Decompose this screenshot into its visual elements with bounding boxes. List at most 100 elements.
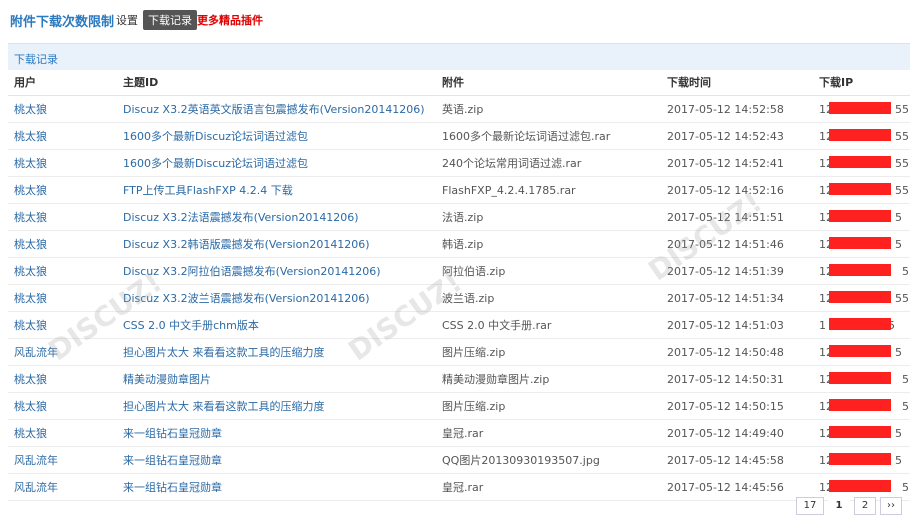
page-2-link[interactable]: 2 — [854, 497, 876, 515]
user-link[interactable]: 桃太狼 — [14, 292, 47, 305]
user-link[interactable]: 风乱流年 — [14, 346, 58, 359]
redaction-mark — [829, 128, 891, 141]
cell-download-time: 2017-05-12 14:52:16 — [661, 176, 813, 204]
user-link[interactable]: 风乱流年 — [14, 481, 58, 494]
user-link[interactable]: 桃太狼 — [14, 238, 47, 251]
cell-download-time: 2017-05-12 14:51:03 — [661, 311, 813, 339]
cell-attachment: 阿拉伯语.zip — [436, 257, 661, 285]
cell-subject: Discuz X3.2波兰语震撼发布(Version20141206) — [117, 284, 436, 312]
ip-suffix: 5 — [902, 480, 909, 494]
cell-attachment: FlashFXP_4.2.4.1785.rar — [436, 176, 661, 204]
subject-link[interactable]: 担心图片太大 来看看这款工具的压缩力度 — [123, 400, 325, 413]
table-row: 桃太狼 来一组钻石皇冠勋章 皇冠.rar 2017-05-12 14:49:40 12 5 — [8, 419, 910, 447]
cell-subject: 1600多个最新Discuz论坛词语过滤包 — [117, 122, 436, 150]
cell-subject: FTP上传工具FlashFXP 4.2.4 下载 — [117, 176, 436, 204]
column-subject: 主题ID — [117, 69, 436, 96]
nav-download-records[interactable]: 下载记录 — [143, 10, 197, 30]
ip-value: 15 — [819, 317, 895, 332]
ip-suffix: 5 — [895, 426, 902, 440]
cell-subject: 担心图片太大 来看看这款工具的压缩力度 — [117, 392, 436, 420]
subject-link[interactable]: 精美动漫勋章图片 — [123, 373, 211, 386]
cell-subject: 来一组钻石皇冠勋章 — [117, 473, 436, 501]
user-link[interactable]: 桃太狼 — [14, 130, 47, 143]
table-body: 桃太狼 Discuz X3.2英语英文版语言包震撼发布(Version201412… — [8, 95, 910, 501]
section-title: 下载记录 — [14, 53, 58, 66]
cell-attachment: 1600多个最新论坛词语过滤包.rar — [436, 122, 661, 150]
redaction-mark — [829, 479, 891, 492]
cell-user: 风乱流年 — [8, 473, 117, 501]
cell-download-ip: 12 55 — [813, 284, 910, 312]
cell-subject: Discuz X3.2韩语版震撼发布(Version20141206) — [117, 230, 436, 258]
subject-link[interactable]: Discuz X3.2法语震撼发布(Version20141206) — [123, 211, 359, 224]
column-time: 下载时间 — [661, 69, 813, 96]
section-header: 下载记录 — [8, 43, 910, 70]
cell-download-ip: 1275 — [813, 365, 910, 393]
nav-settings[interactable]: 设置 — [116, 12, 138, 28]
cell-user: 桃太狼 — [8, 122, 117, 150]
page-current: 1 — [828, 497, 850, 515]
user-link[interactable]: 风乱流年 — [14, 454, 58, 467]
cell-download-ip: 15 — [813, 311, 910, 339]
ip-value: 12 5 — [819, 425, 902, 440]
user-link[interactable]: 桃太狼 — [14, 184, 47, 197]
ip-suffix: 55 — [895, 156, 909, 170]
user-link[interactable]: 桃太狼 — [14, 319, 47, 332]
cell-subject: Discuz X3.2英语英文版语言包震撼发布(Version20141206) — [117, 95, 436, 123]
ip-suffix: 5 — [895, 453, 902, 467]
redaction-mark — [829, 263, 891, 276]
subject-link[interactable]: 担心图片太大 来看看这款工具的压缩力度 — [123, 346, 325, 359]
subject-link[interactable]: FTP上传工具FlashFXP 4.2.4 下载 — [123, 184, 293, 197]
subject-link[interactable]: 1600多个最新Discuz论坛词语过滤包 — [123, 157, 308, 170]
subject-link[interactable]: Discuz X3.2韩语版震撼发布(Version20141206) — [123, 238, 370, 251]
cell-subject: Discuz X3.2阿拉伯语震撼发布(Version20141206) — [117, 257, 436, 285]
cell-attachment: 波兰语.zip — [436, 284, 661, 312]
cell-download-time: 2017-05-12 14:51:51 — [661, 203, 813, 231]
ip-value: 12 5 — [819, 452, 902, 467]
ip-value: 12 55 — [819, 155, 909, 170]
subject-link[interactable]: Discuz X3.2英语英文版语言包震撼发布(Version20141206) — [123, 103, 425, 116]
user-link[interactable]: 桃太狼 — [14, 400, 47, 413]
next-page-icon[interactable]: ›› — [880, 497, 902, 515]
cell-download-ip: 12 5 — [813, 446, 910, 474]
user-link[interactable]: 桃太狼 — [14, 265, 47, 278]
cell-subject: 1600多个最新Discuz论坛词语过滤包 — [117, 149, 436, 177]
ip-value: 1275 — [819, 398, 909, 413]
user-link[interactable]: 桃太狼 — [14, 157, 47, 170]
subject-link[interactable]: 1600多个最新Discuz论坛词语过滤包 — [123, 130, 308, 143]
column-attachment: 附件 — [436, 69, 661, 96]
cell-user: 桃太狼 — [8, 176, 117, 204]
page-total: 17 — [796, 497, 824, 515]
cell-download-time: 2017-05-12 14:51:34 — [661, 284, 813, 312]
cell-attachment: 皇冠.rar — [436, 473, 661, 501]
cell-attachment: 韩语.zip — [436, 230, 661, 258]
ip-suffix: 55 — [902, 264, 910, 278]
subject-link[interactable]: 来一组钻石皇冠勋章 — [123, 454, 222, 467]
subject-link[interactable]: Discuz X3.2波兰语震撼发布(Version20141206) — [123, 292, 370, 305]
nav-more-plugins[interactable]: 更多精品插件 — [197, 12, 263, 28]
cell-subject: 担心图片太大 来看看这款工具的压缩力度 — [117, 338, 436, 366]
subject-link[interactable]: CSS 2.0 中文手册chm版本 — [123, 319, 259, 332]
redaction-mark — [829, 317, 891, 330]
ip-suffix: 55 — [895, 129, 909, 143]
cell-subject: 精美动漫勋章图片 — [117, 365, 436, 393]
column-ip: 下载IP — [813, 69, 910, 96]
cell-attachment: 图片压缩.zip — [436, 392, 661, 420]
subject-link[interactable]: 来一组钻石皇冠勋章 — [123, 481, 222, 494]
user-link[interactable]: 桃太狼 — [14, 373, 47, 386]
subject-link[interactable]: Discuz X3.2阿拉伯语震撼发布(Version20141206) — [123, 265, 381, 278]
cell-download-ip: 12 55 — [813, 176, 910, 204]
subject-link[interactable]: 来一组钻石皇冠勋章 — [123, 427, 222, 440]
table-row: 桃太狼 Discuz X3.2英语英文版语言包震撼发布(Version201412… — [8, 95, 910, 123]
cell-download-ip: 12 55 — [813, 122, 910, 150]
table-row: 风乱流年 担心图片太大 来看看这款工具的压缩力度 图片压缩.zip 2017-05-1… — [8, 338, 910, 366]
user-link[interactable]: 桃太狼 — [14, 427, 47, 440]
ip-value: 12 5 — [819, 236, 902, 251]
user-link[interactable]: 桃太狼 — [14, 211, 47, 224]
ip-value: 12 5 — [819, 344, 902, 359]
ip-value: 1275 — [819, 371, 909, 386]
cell-download-ip: 12755 — [813, 257, 910, 285]
top-bar: 附件下载次数限制 设置 下载记录 更多精品插件 — [0, 0, 910, 36]
cell-download-ip: 1275 — [813, 392, 910, 420]
ip-value: 12 55 — [819, 101, 909, 116]
user-link[interactable]: 桃太狼 — [14, 103, 47, 116]
